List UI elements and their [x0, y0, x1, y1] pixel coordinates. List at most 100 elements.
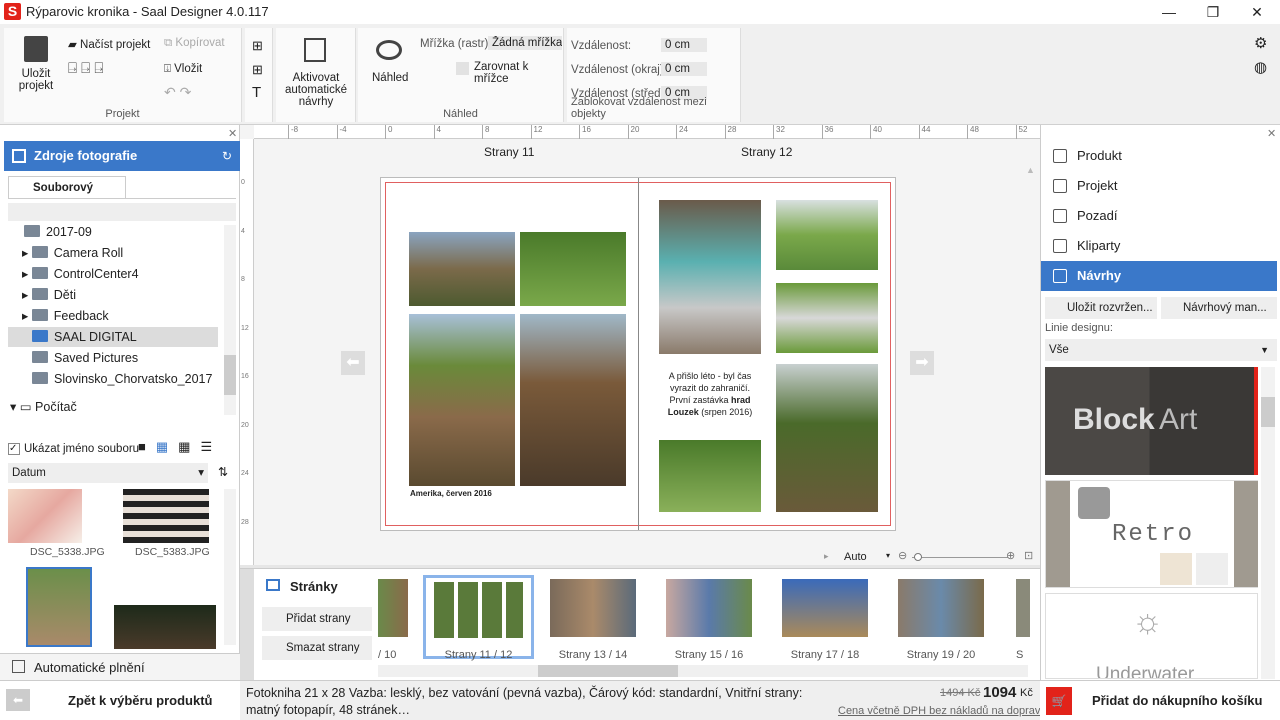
play-icon[interactable]: ▸ [824, 551, 829, 562]
scroll-up-icon[interactable]: ▲ [1026, 165, 1035, 175]
design-manager-button[interactable]: Návrhový man... [1161, 297, 1277, 319]
paste-button[interactable]: ⍗ Vložit [164, 63, 202, 76]
photo-thumbnail-selected[interactable] [26, 567, 92, 647]
import-export-icons[interactable]: ⍈ ⍈ ⍈ [68, 60, 103, 77]
preview-button[interactable]: Náhled [372, 72, 408, 84]
add-to-cart-button[interactable]: 🛒 Přidat do nákupního košíku [1040, 681, 1280, 720]
group-distance: Vzdálenost: Vzdálenost (okraj): Vzdáleno… [567, 28, 741, 122]
undo-redo-icons[interactable]: ↶ ↷ [164, 84, 191, 101]
scroll-thumb[interactable] [224, 355, 236, 395]
add-photo-frame-icon[interactable]: ⊞ [252, 38, 263, 54]
zoom-select[interactable]: Auto ▾ [844, 551, 890, 563]
photos-scrollbar[interactable] [224, 489, 236, 645]
maximize-button[interactable]: ❐ [1198, 2, 1228, 22]
back-button[interactable]: ⬅ Zpět k výběru produktů [0, 681, 240, 720]
page-thumbnail-selected[interactable] [423, 575, 534, 659]
close-button[interactable]: ✕ [1242, 2, 1272, 22]
fit-icon[interactable]: ⊡ [1024, 549, 1033, 562]
distance-select[interactable]: 0 cm [661, 38, 707, 52]
ruler-tick-label: 4 [433, 125, 441, 139]
folder-item[interactable]: Slovinsko_Chorvatsko_2017 [32, 369, 212, 389]
tree-scrollbar[interactable] [224, 225, 236, 415]
distance-edge-select[interactable]: 0 cm [661, 62, 707, 76]
show-name-checkbox[interactable]: ✓ [8, 443, 20, 455]
auto-fill-button[interactable]: Automatické plnění [0, 653, 240, 680]
photo-frame[interactable] [776, 200, 878, 270]
photo-frame[interactable] [776, 364, 878, 512]
copy-button[interactable]: ⧉ Kopírovat [164, 37, 225, 50]
photo-caption[interactable]: Amerika, červen 2016 [410, 489, 492, 498]
sort-select[interactable]: Datum ▾ [8, 463, 208, 483]
auto-designs-button[interactable]: Aktivovat automatické návrhy [276, 28, 356, 122]
previous-page-button[interactable]: ⬅ [341, 351, 365, 375]
folder-item[interactable]: ▸ Děti [22, 285, 76, 305]
add-background-frame-icon[interactable]: ⊞ [252, 62, 263, 78]
photo-frame[interactable] [520, 232, 626, 306]
menu-designs[interactable]: Návrhy [1041, 261, 1277, 291]
page-spread[interactable]: Amerika, červen 2016 A přišlo léto - byl… [380, 177, 896, 531]
text-box[interactable]: A přišlo léto - byl čas vyrazit do zahra… [661, 370, 759, 418]
minimize-button[interactable]: — [1154, 2, 1184, 22]
design-line-select[interactable]: Vše ▼ [1045, 339, 1277, 361]
photo-frame[interactable] [520, 314, 626, 486]
save-layout-button[interactable]: Uložit rozvržen... [1045, 297, 1157, 319]
view-mode-buttons[interactable]: ■▦▦☰ [138, 439, 238, 455]
photo-frame[interactable] [409, 232, 515, 306]
photo-thumbnail[interactable] [114, 605, 216, 649]
scroll-thumb[interactable] [1261, 397, 1275, 427]
next-page-button[interactable]: ➡ [910, 351, 934, 375]
menu-project[interactable]: Projekt [1041, 171, 1277, 201]
scroll-thumb[interactable] [538, 665, 678, 677]
refresh-icon[interactable]: ↻ [222, 149, 232, 163]
photo-thumbnail[interactable] [123, 489, 209, 543]
sort-order-icon[interactable]: ⇅ [218, 465, 228, 479]
bottom-bar: ⬅ Zpět k výběru produktů Fotokniha 21 x 2… [0, 680, 1280, 720]
computer-item[interactable]: ▾ ▭ Počítač [10, 397, 77, 417]
zoom-out-icon[interactable]: ⊖ [898, 549, 907, 562]
photo-thumbnail[interactable] [8, 489, 82, 543]
folder-item[interactable]: ▸ ControlCenter4 [22, 264, 139, 284]
page-thumbnail[interactable] [898, 579, 984, 637]
ruler-tick-label: 28 [241, 518, 249, 526]
add-pages-button[interactable]: Přidat strany [262, 607, 372, 631]
photo-frame[interactable] [659, 440, 761, 512]
save-project-button[interactable]: Uložit projekt [16, 68, 56, 92]
designs-scrollbar[interactable] [1261, 367, 1275, 679]
snap-checkbox[interactable] [456, 62, 469, 75]
photo-frame[interactable] [776, 283, 878, 353]
zoom-slider[interactable] [912, 553, 1008, 561]
folder-item[interactable]: 2017-09 [24, 222, 92, 242]
zoom-in-icon[interactable]: ⊕ [1006, 549, 1015, 562]
close-panel-icon[interactable]: ✕ [228, 127, 237, 140]
page-thumbnail[interactable] [378, 579, 408, 637]
design-retro[interactable]: Retro [1045, 480, 1258, 588]
strip-scrollbar[interactable] [378, 665, 1028, 677]
design-block-art[interactable]: Block Art [1045, 367, 1258, 475]
gear-icon[interactable]: ⚙ [1254, 34, 1267, 52]
folder-item-selected[interactable]: SAAL DIGITAL [8, 327, 218, 347]
page-thumbnail[interactable] [666, 579, 752, 637]
page-thumbnail[interactable] [782, 579, 868, 637]
folder-item[interactable]: ▸ Camera Roll [22, 243, 123, 263]
price-note-link[interactable]: Cena včetně DPH bez nákladů na dopravu [838, 705, 1047, 717]
photo-frame[interactable] [659, 200, 761, 354]
group-project: Uložit projekt ▰ Načíst projekt ⧉ Kopíro… [4, 28, 242, 122]
load-project-button[interactable]: ▰ Načíst projekt [68, 37, 150, 51]
close-panel-icon[interactable]: ✕ [1267, 127, 1276, 140]
folder-item[interactable]: ▸ Feedback [22, 306, 109, 326]
page-thumbnail[interactable] [550, 579, 636, 637]
page-thumbnail[interactable] [1016, 579, 1030, 637]
folder-item[interactable]: Saved Pictures [32, 348, 138, 368]
globe-icon[interactable]: ◍ [1254, 58, 1267, 76]
menu-product[interactable]: Produkt [1041, 141, 1277, 171]
zoom-slider-thumb[interactable] [914, 553, 922, 561]
photo-frame[interactable] [409, 314, 515, 486]
grid-select[interactable]: Žádná mřížka [488, 36, 562, 50]
design-underwater[interactable]: ☼ Underwater [1045, 593, 1258, 679]
strip-resize-handle[interactable] [240, 569, 254, 681]
delete-pages-button[interactable]: Smazat strany [262, 636, 372, 660]
add-text-icon[interactable]: T [252, 84, 261, 101]
menu-cliparts[interactable]: Kliparty [1041, 231, 1277, 261]
menu-background[interactable]: Pozadí [1041, 201, 1277, 231]
tab-file-system[interactable]: Souborový systém [8, 176, 126, 216]
